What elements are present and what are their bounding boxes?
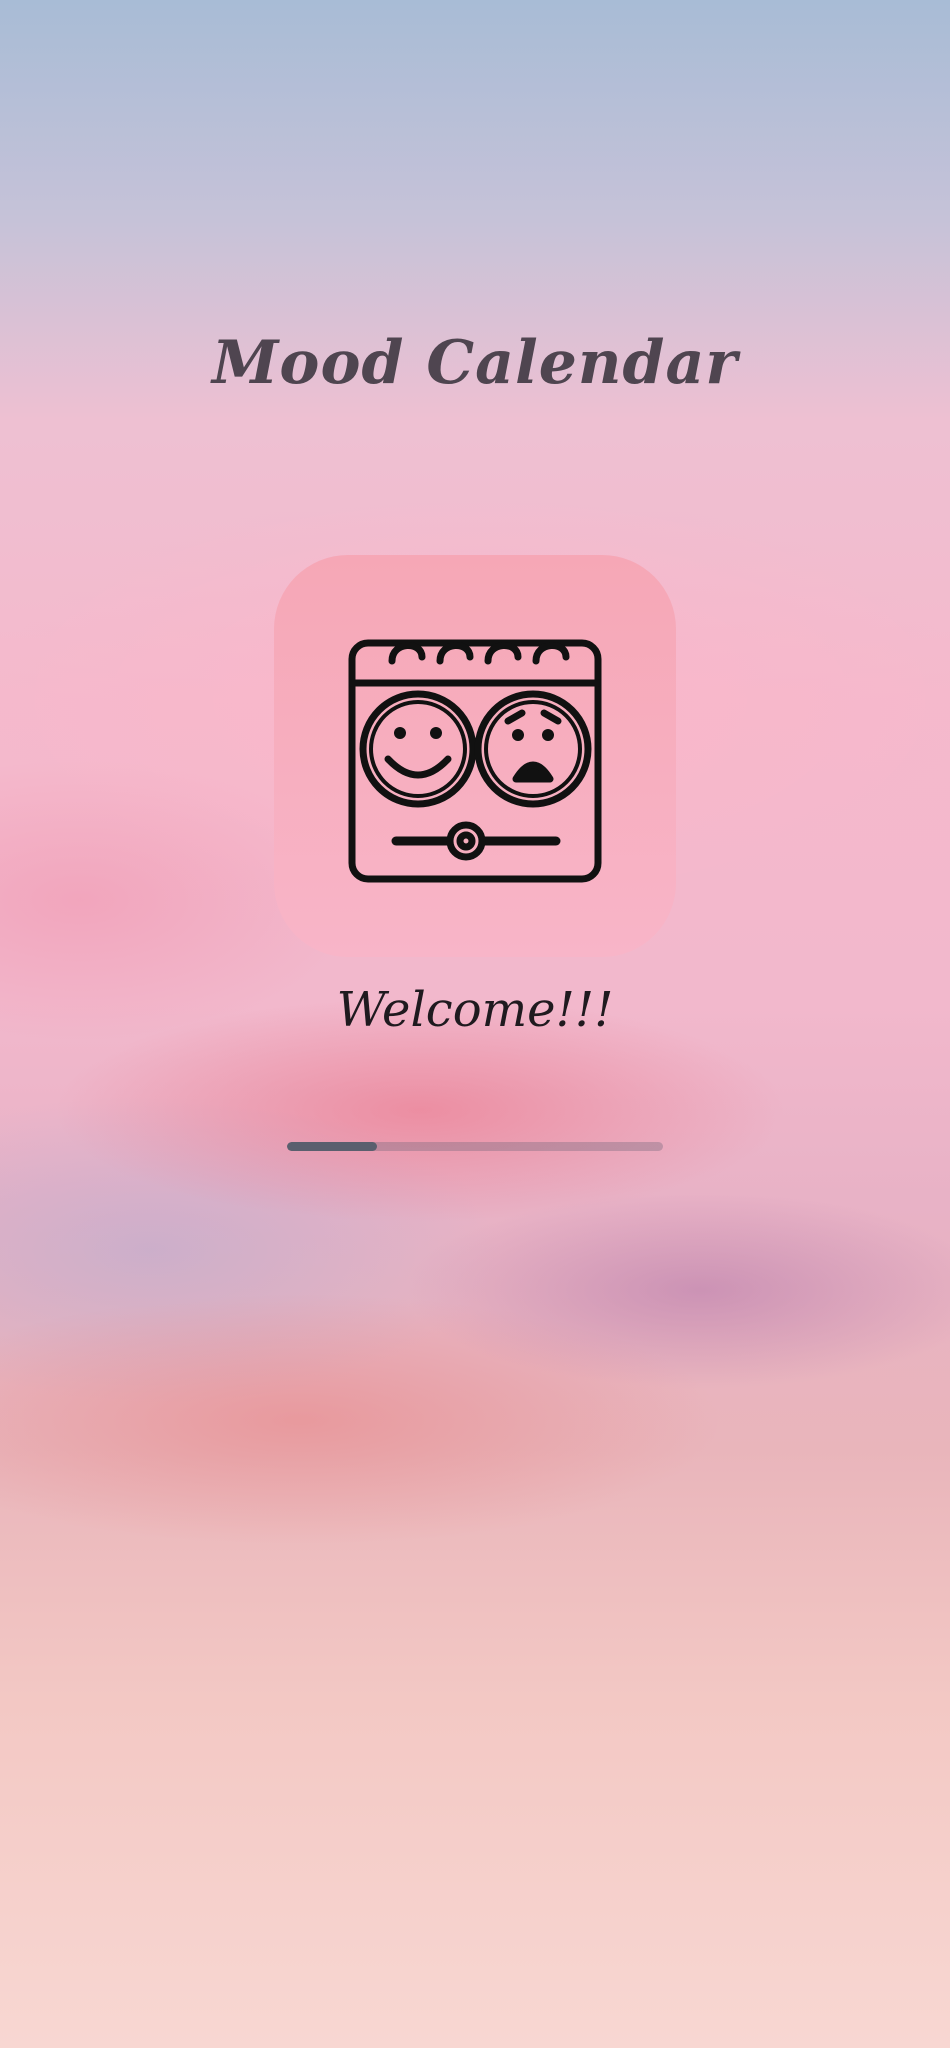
loading-progress-bar	[287, 1142, 663, 1151]
mood-calendar-icon	[348, 639, 602, 883]
splash-screen: { "app": { "title": "Mood Calendar", "we…	[0, 0, 950, 2048]
welcome-text: Welcome!!!	[336, 982, 614, 1038]
loading-progress-fill	[287, 1142, 378, 1151]
app-title: Mood Calendar	[212, 328, 738, 398]
app-logo	[274, 555, 676, 957]
